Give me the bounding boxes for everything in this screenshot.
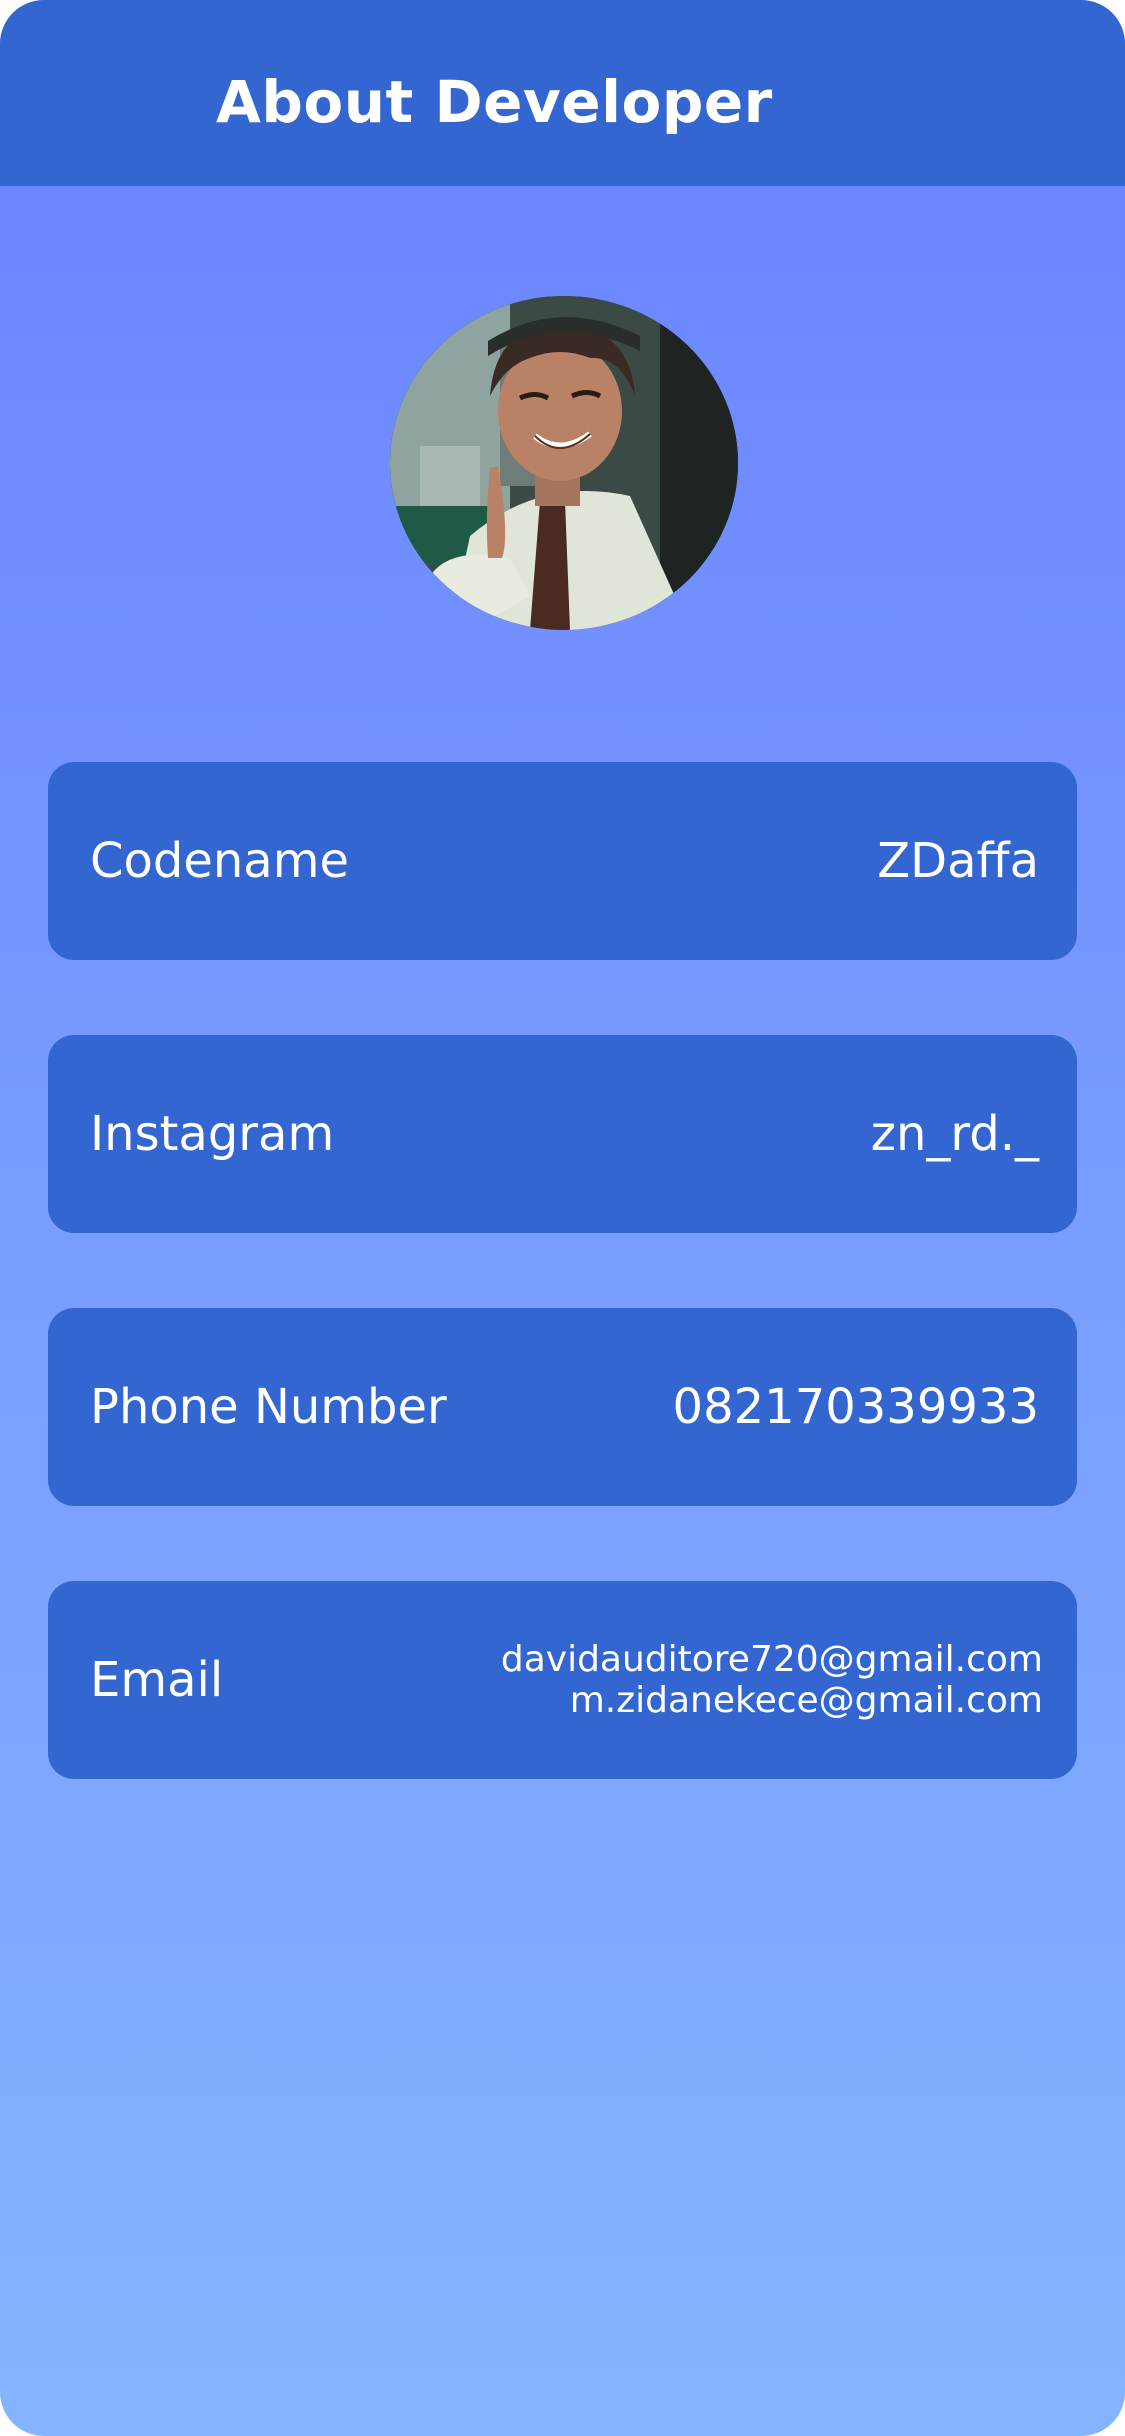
avatar-illustration xyxy=(390,296,738,630)
developer-avatar xyxy=(390,296,738,630)
instagram-card[interactable]: Instagram zn_rd._ xyxy=(48,1035,1077,1233)
codename-card: Codename ZDaffa xyxy=(48,762,1077,960)
codename-label: Codename xyxy=(90,833,350,889)
about-developer-screen: About Developer Codename ZDaffa Instagra… xyxy=(0,0,1125,2436)
phone-number-label: Phone Number xyxy=(90,1379,447,1435)
email-card[interactable]: Email davidauditore720@gmail.com m.zidan… xyxy=(48,1581,1077,1779)
app-header: About Developer xyxy=(0,0,1125,186)
phone-number-value[interactable]: 082170339933 xyxy=(673,1308,1039,1506)
instagram-label: Instagram xyxy=(90,1106,335,1162)
phone-number-card[interactable]: Phone Number 082170339933 xyxy=(48,1308,1077,1506)
email-value-primary[interactable]: davidauditore720@gmail.com xyxy=(501,1639,1043,1680)
instagram-value[interactable]: zn_rd._ xyxy=(871,1035,1039,1233)
email-value-secondary[interactable]: m.zidanekece@gmail.com xyxy=(501,1680,1043,1721)
email-values: davidauditore720@gmail.com m.zidanekece@… xyxy=(501,1639,1043,1721)
page-title: About Developer xyxy=(216,68,773,136)
email-label: Email xyxy=(90,1652,224,1708)
codename-value: ZDaffa xyxy=(877,833,1039,889)
